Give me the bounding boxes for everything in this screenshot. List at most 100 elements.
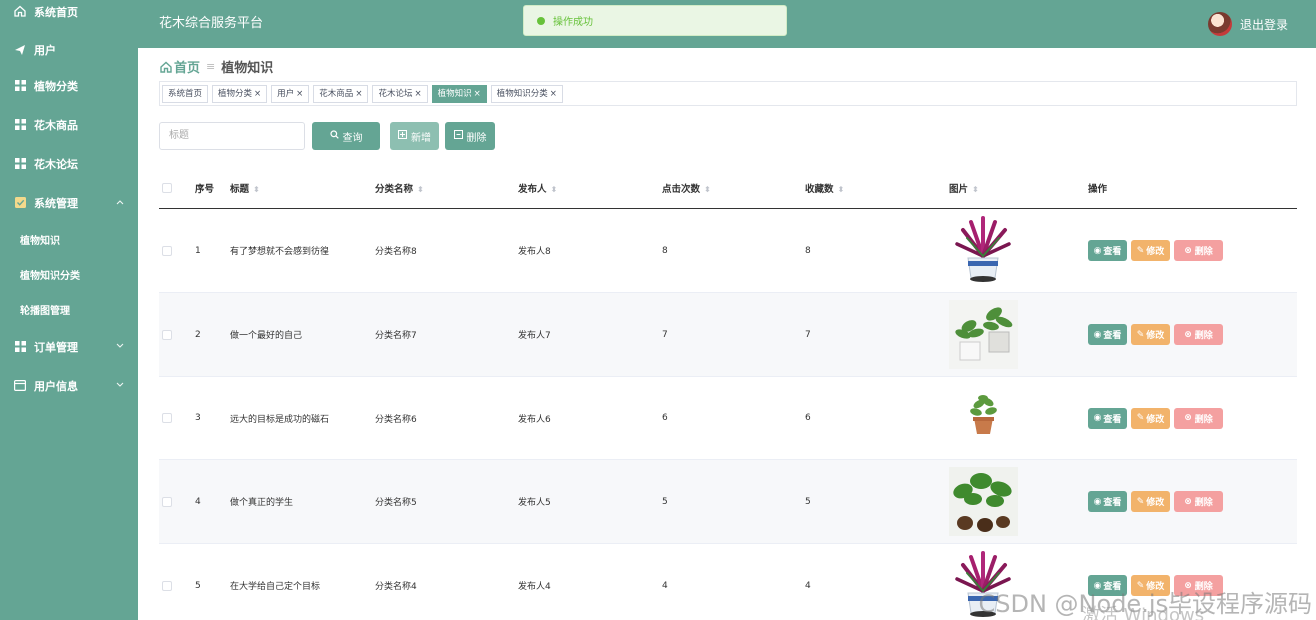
edit-button[interactable]: ✎ 修改 [1131, 324, 1170, 345]
delete-button[interactable]: ⊗ 删除 [1174, 491, 1223, 512]
batch-delete-button[interactable]: 删除 [445, 122, 495, 150]
sidebar-subitem-plant-knowledge[interactable]: 植物知识 [0, 222, 138, 257]
tag-products[interactable]: 花木商品 × [313, 84, 369, 103]
cell-actions: ◉ 查看 ✎ 修改 ⊗ 删除 [1088, 240, 1297, 261]
plant-thumbnail[interactable] [949, 300, 1088, 369]
plant-thumbnail[interactable] [949, 467, 1088, 536]
col-favorites[interactable]: 收藏数 ⬍ [805, 181, 949, 195]
row-checkbox[interactable] [162, 496, 172, 507]
app-title: 花木综合服务平台 [159, 16, 264, 31]
col-label: 点击次数 [662, 183, 701, 195]
main-content: 首页 ≡ 植物知识 系统首页 植物分类 × 用户 × 花木商品 × 花木论坛 × 植物知… [138, 48, 1316, 620]
search-icon [329, 130, 339, 142]
breadcrumb-current: 植物知识 [221, 61, 274, 76]
cell-clicks: 6 [662, 413, 668, 423]
delete-button[interactable]: ⊗ 删除 [1174, 407, 1223, 429]
sidebar-subitem-carousel[interactable]: 轮播图管理 [0, 292, 138, 327]
sidebar-item-label: 用户 [34, 44, 56, 57]
sidebar-item-plant-category[interactable]: 植物分类 [0, 66, 138, 105]
cell-category: 分类名称5 [375, 498, 417, 508]
search-input[interactable]: 标题 [159, 122, 305, 150]
sidebar-subitem-knowledge-category[interactable]: 植物知识分类 [0, 257, 138, 292]
sort-icon[interactable]: ⬍ [704, 185, 711, 194]
sidebar-item-home[interactable]: 系统首页 [0, 0, 138, 24]
sidebar-item-label: 系统首页 [34, 6, 78, 19]
add-button[interactable]: 新增 [390, 122, 439, 150]
cell-clicks: 4 [662, 580, 668, 591]
cell-clicks: 7 [662, 329, 668, 340]
view-button[interactable]: ◉ 查看 [1088, 324, 1127, 345]
row-checkbox[interactable] [162, 245, 172, 256]
sort-icon[interactable]: ⬍ [838, 185, 845, 194]
sort-icon[interactable]: ⬍ [253, 185, 260, 194]
edit-icon: ✎ [1136, 245, 1145, 256]
edit-button[interactable]: ✎ 修改 [1131, 407, 1170, 429]
sidebar-item-label: 植物分类 [34, 79, 78, 93]
cell-publisher: 发布人7 [518, 331, 551, 341]
sidebar-item-label: 用户信息 [34, 379, 78, 393]
col-publisher[interactable]: 发布人 ⬍ [518, 181, 662, 195]
delete-button[interactable]: ⊗ 删除 [1174, 240, 1223, 261]
tag-label: 花木论坛 [378, 88, 413, 99]
col-label: 发布人 [518, 183, 547, 195]
cell-category: 分类名称4 [375, 582, 417, 592]
col-category[interactable]: 分类名称 ⬍ [375, 181, 518, 195]
view-button[interactable]: ◉ 查看 [1088, 240, 1127, 261]
row-checkbox[interactable] [162, 329, 172, 340]
plant-thumbnail[interactable] [949, 216, 1088, 285]
breadcrumb-home[interactable]: 首页 [174, 57, 200, 76]
tag-user[interactable]: 用户 × [271, 84, 310, 103]
logout-button[interactable]: 退出登录 [1207, 12, 1288, 36]
chevron-up-icon [116, 198, 124, 208]
row-checkbox[interactable] [162, 580, 172, 591]
tag-label: 用户 [277, 88, 295, 99]
sidebar-item-user[interactable]: 用户 [0, 34, 138, 66]
col-title[interactable]: 标题 ⬍ [230, 181, 375, 195]
plant-thumbnail[interactable] [949, 383, 1088, 453]
tag-home[interactable]: 系统首页 [162, 84, 209, 103]
edit-button[interactable]: ✎ 修改 [1131, 240, 1170, 261]
close-icon[interactable]: × [414, 89, 421, 99]
edit-icon: ✎ [1136, 329, 1145, 340]
plus-square-icon [398, 130, 407, 142]
success-icon [537, 16, 545, 25]
sort-icon[interactable]: ⬍ [417, 185, 424, 194]
sidebar-item-system[interactable]: 系统管理 [0, 183, 138, 222]
view-button[interactable]: ◉ 查看 [1088, 407, 1127, 429]
close-icon[interactable]: × [355, 89, 362, 99]
sidebar-item-products[interactable]: 花木商品 [0, 105, 138, 144]
edit-icon: ✎ [1136, 496, 1145, 507]
eye-icon: ◉ [1093, 245, 1102, 256]
tag-plant-category[interactable]: 植物分类 × [212, 84, 268, 103]
row-checkbox[interactable] [162, 413, 172, 423]
col-image[interactable]: 图片 ⬍ [949, 181, 1088, 195]
home-icon [14, 5, 26, 20]
sidebar-item-forum[interactable]: 花木论坛 [0, 144, 138, 183]
cell-title: 做一个最好的自己 [230, 331, 303, 341]
close-icon[interactable]: × [474, 89, 481, 99]
delete-label: 删除 [1194, 331, 1213, 341]
cell-category: 分类名称8 [375, 247, 417, 257]
close-icon[interactable]: × [296, 89, 303, 99]
tag-plant-knowledge[interactable]: 植物知识 × [431, 84, 487, 103]
query-button[interactable]: 查询 [312, 122, 380, 150]
delete-button[interactable]: ⊗ 删除 [1174, 324, 1223, 345]
tag-forum[interactable]: 花木论坛 × [372, 84, 428, 103]
sidebar-item-userinfo[interactable]: 用户信息 [0, 366, 138, 405]
col-clicks[interactable]: 点击次数 ⬍ [662, 181, 805, 195]
tag-knowledge-category[interactable]: 植物知识分类 × [490, 84, 563, 103]
sidebar-item-orders[interactable]: 订单管理 [0, 327, 138, 366]
sort-icon[interactable]: ⬍ [972, 185, 979, 194]
cell-publisher: 发布人8 [518, 247, 551, 257]
row-checkbox-cell [159, 329, 195, 340]
check-icon [14, 197, 26, 209]
sort-icon[interactable]: ⬍ [551, 185, 558, 194]
close-icon[interactable]: × [254, 89, 261, 99]
breadcrumb: 首页 ≡ 植物知识 [160, 57, 273, 76]
view-button[interactable]: ◉ 查看 [1088, 491, 1127, 512]
close-circle-icon: ⊗ [1184, 496, 1192, 507]
chevron-down-icon [116, 381, 124, 391]
select-all-checkbox[interactable] [162, 182, 172, 193]
edit-button[interactable]: ✎ 修改 [1131, 491, 1170, 512]
close-icon[interactable]: × [550, 89, 557, 99]
